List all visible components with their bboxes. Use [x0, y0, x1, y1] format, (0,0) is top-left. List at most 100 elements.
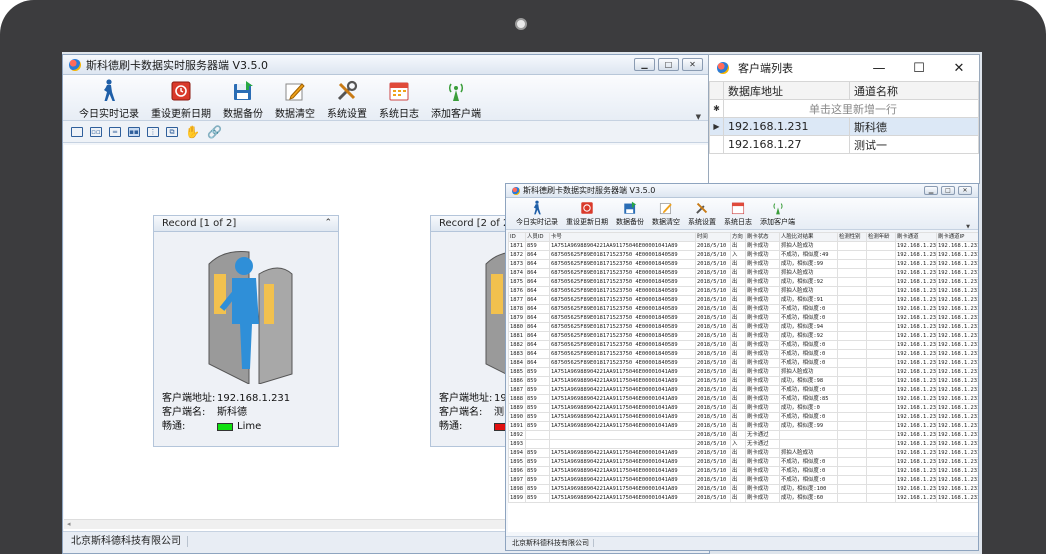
- data-backup-button[interactable]: 数据备份: [217, 79, 269, 120]
- grid-cell[interactable]: 859: [525, 394, 550, 404]
- grid-cell[interactable]: 1886: [508, 376, 526, 386]
- grid-cell[interactable]: 192.168.1.231: [936, 313, 978, 323]
- grid-cell[interactable]: 成功，相似度:91: [779, 295, 838, 305]
- layout-grid-icon[interactable]: ▪▪: [128, 126, 140, 137]
- grid-cell[interactable]: 1896: [508, 466, 526, 476]
- grid-column-header[interactable]: ID: [508, 232, 526, 242]
- table-row[interactable]: 1886 859 1A751A96988904221AA91175046E00001…: [508, 376, 978, 386]
- add-client-button[interactable]: 添加客户端: [425, 79, 487, 120]
- table-row[interactable]: 1879 864 687505625F89E018171523750 4E00001…: [508, 313, 978, 323]
- grid-cell[interactable]: 192.168.1.231: [936, 286, 978, 296]
- grid-cell[interactable]: 687505625F89E018171523750 4E00001840589: [549, 313, 696, 323]
- table-row[interactable]: ▶ 192.168.1.231 斯科德: [709, 117, 979, 136]
- close-button[interactable]: ✕: [939, 61, 979, 76]
- grid-cell[interactable]: 1A751A96988904221AA91175046E00001041A89: [549, 385, 696, 395]
- table-row[interactable]: 1871 859 1A751A96988904221AA91175046E00001…: [508, 241, 978, 251]
- grid-cell[interactable]: 192.168.1.231: [895, 313, 937, 323]
- grid-cell[interactable]: 出: [730, 295, 746, 305]
- grid-cell[interactable]: 192.168.1.231: [936, 250, 978, 260]
- grid-cell[interactable]: [525, 439, 550, 449]
- grid-cell[interactable]: [837, 394, 867, 404]
- grid-cell[interactable]: 1871: [508, 241, 526, 251]
- maximize-button[interactable]: □: [941, 186, 955, 195]
- grid-cell[interactable]: 859: [525, 466, 550, 476]
- grid-cell[interactable]: 2018/5/10: [695, 430, 731, 440]
- grid-cell[interactable]: 192.168.1.231: [936, 430, 978, 440]
- grid-cell[interactable]: 687505625F89E018171523750 4E00001840589: [549, 268, 696, 278]
- grid-cell[interactable]: 出: [730, 484, 746, 494]
- grid-cell[interactable]: 出: [730, 448, 746, 458]
- grid-cell[interactable]: 刷卡成功: [745, 367, 780, 377]
- cell-name[interactable]: 斯科德: [849, 117, 979, 136]
- grid-cell[interactable]: [866, 277, 896, 287]
- grid-cell[interactable]: 859: [525, 457, 550, 467]
- grid-cell[interactable]: [866, 286, 896, 296]
- cell-ip[interactable]: 192.168.1.27: [723, 135, 850, 154]
- today-records-button[interactable]: 今日实时记录: [73, 79, 145, 120]
- table-row[interactable]: 1893 2018/5/10 入无卡通过 192.168.1.231 192.168.1…: [508, 439, 978, 449]
- grid-cell[interactable]: 出: [730, 340, 746, 350]
- grid-cell[interactable]: 2018/5/10: [695, 322, 731, 332]
- grid-cell[interactable]: [837, 376, 867, 386]
- grid-cell[interactable]: 192.168.1.231: [895, 385, 937, 395]
- grid-cell[interactable]: [866, 430, 896, 440]
- grid-cell[interactable]: 出: [730, 304, 746, 314]
- grid-cell[interactable]: [779, 439, 838, 449]
- grid-cell[interactable]: 2018/5/10: [695, 268, 731, 278]
- grid-cell[interactable]: 不成功，相似度:85: [779, 394, 838, 404]
- grid-cell[interactable]: 1889: [508, 403, 526, 413]
- grid-cell[interactable]: 192.168.1.231: [936, 403, 978, 413]
- data-clear-button[interactable]: 数据清空: [269, 79, 321, 120]
- grid-cell[interactable]: 1873: [508, 259, 526, 269]
- grid-cell[interactable]: [837, 358, 867, 368]
- grid-cell[interactable]: 出: [730, 268, 746, 278]
- grid-cell[interactable]: 192.168.1.231: [895, 466, 937, 476]
- grid-cell[interactable]: 192.168.1.231: [895, 412, 937, 422]
- grid-cell[interactable]: 859: [525, 484, 550, 494]
- grid-cell[interactable]: 1891: [508, 421, 526, 431]
- reset-date-button[interactable]: 重设更新日期: [562, 200, 612, 229]
- grid-cell[interactable]: [837, 439, 867, 449]
- cell-ip[interactable]: 192.168.1.231: [723, 117, 850, 136]
- data-backup-button[interactable]: 数据备份: [612, 200, 648, 229]
- grid-cell[interactable]: 刷卡成功: [745, 421, 780, 431]
- grid-cell[interactable]: [837, 304, 867, 314]
- grid-cell[interactable]: [837, 286, 867, 296]
- grid-cell[interactable]: [866, 295, 896, 305]
- grid-cell[interactable]: [866, 313, 896, 323]
- grid-cell[interactable]: 1888: [508, 394, 526, 404]
- grid-cell[interactable]: 成功，相似度:92: [779, 277, 838, 287]
- grid-cell[interactable]: 192.168.1.231: [936, 358, 978, 368]
- grid-cell[interactable]: [866, 304, 896, 314]
- grid-cell[interactable]: 抓拍人脸成功: [779, 367, 838, 377]
- grid-cell[interactable]: 不成功，相似度:0: [779, 412, 838, 422]
- grid-cell[interactable]: 成功，相似度:100: [779, 484, 838, 494]
- grid-cell[interactable]: 1892: [508, 430, 526, 440]
- grid-cell[interactable]: [837, 268, 867, 278]
- grid-cell[interactable]: 192.168.1.231: [895, 394, 937, 404]
- grid-cell[interactable]: [866, 457, 896, 467]
- grid-cell[interactable]: 出: [730, 430, 746, 440]
- link-icon[interactable]: 🔗: [207, 125, 222, 139]
- grid-cell[interactable]: 192.168.1.231: [895, 484, 937, 494]
- grid-column-header[interactable]: 检测年龄: [866, 232, 896, 242]
- grid-cell[interactable]: 192.168.1.231: [936, 340, 978, 350]
- grid-cell[interactable]: 1887: [508, 385, 526, 395]
- grid-cell[interactable]: 2018/5/10: [695, 349, 731, 359]
- minimize-button[interactable]: —: [859, 61, 899, 76]
- table-row[interactable]: 1885 859 1A751A96988904221AA91175046E00001…: [508, 367, 978, 377]
- today-records-button[interactable]: 今日实时记录: [512, 200, 562, 229]
- grid-cell[interactable]: 出: [730, 358, 746, 368]
- grid-cell[interactable]: 859: [525, 412, 550, 422]
- grid-cell[interactable]: [866, 250, 896, 260]
- ribbon-expand-icon[interactable]: ▼: [966, 224, 970, 230]
- grid-cell[interactable]: 2018/5/10: [695, 448, 731, 458]
- grid-cell[interactable]: 1880: [508, 322, 526, 332]
- layout-two-row-icon[interactable]: ═: [109, 126, 121, 137]
- grid-cell[interactable]: [837, 313, 867, 323]
- grid-cell[interactable]: 864: [525, 268, 550, 278]
- grid-cell[interactable]: [866, 403, 896, 413]
- grid-cell[interactable]: 859: [525, 367, 550, 377]
- layout-single-icon[interactable]: [71, 126, 83, 137]
- grid-cell[interactable]: 不成功，相似度:0: [779, 475, 838, 485]
